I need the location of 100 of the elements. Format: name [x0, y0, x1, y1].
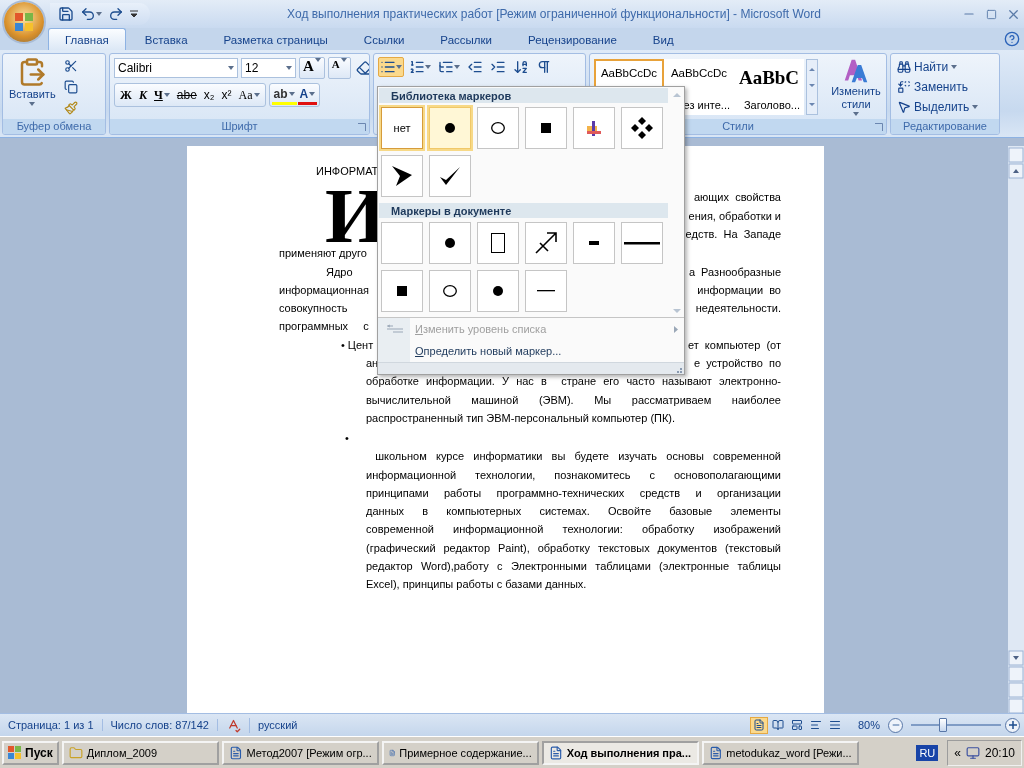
text-line: обработке информации. У нас в стране его часто называют электронно-	[366, 374, 781, 390]
bullet-option[interactable]	[477, 270, 519, 313]
bullet-option[interactable]	[429, 222, 471, 265]
show-hidden-icons[interactable]: «	[954, 745, 961, 760]
customize-toolbar-button[interactable]	[130, 10, 138, 18]
language-indicator[interactable]: RU	[916, 744, 939, 761]
page-count[interactable]: Страница: 1 из 1	[0, 719, 103, 731]
grow-font-button[interactable]: A	[299, 57, 325, 79]
copy-icon	[63, 79, 78, 94]
format-button[interactable]: x₂	[200, 85, 218, 105]
redo-button[interactable]	[108, 6, 124, 22]
caret-icon	[454, 65, 460, 69]
editing-button[interactable]: Найти	[895, 57, 995, 76]
bullet-option[interactable]	[381, 155, 423, 198]
eraser-icon	[355, 60, 369, 76]
format-button[interactable]: abe	[173, 85, 200, 105]
ribbon-tab[interactable]: Рецензирование	[511, 28, 634, 50]
bullet-option[interactable]	[621, 107, 663, 150]
undo-button[interactable]	[80, 6, 102, 22]
gallery-scroll-icon[interactable]	[806, 58, 818, 115]
bullet-option[interactable]	[573, 222, 615, 265]
format-button[interactable]: Aa	[235, 85, 263, 105]
ribbon-tab[interactable]: Ссылки	[346, 28, 422, 50]
text-line: е устройство по	[693, 356, 781, 372]
editing-button[interactable]: Выделить	[895, 97, 995, 116]
taskbar-button[interactable]: Примерное содержание...	[381, 740, 539, 765]
shrink-font-button[interactable]: A	[327, 57, 351, 79]
ribbon-tab[interactable]: Главная	[48, 28, 126, 50]
ribbon-tab[interactable]: Вид	[635, 28, 691, 50]
office-button[interactable]	[4, 2, 44, 42]
paste-button[interactable]: Вставить	[7, 57, 58, 116]
bullet-option[interactable]	[429, 107, 471, 150]
taskbar-button[interactable]: Диплом_2009	[61, 740, 219, 765]
text-line: (графический редактор Paint), обработку текстовых документов (текстовый	[366, 540, 781, 556]
bullets-button[interactable]	[378, 57, 404, 77]
text-line: школьном курсе информатики вы будете изучать основы современной	[374, 449, 781, 465]
bullet-option[interactable]	[429, 155, 471, 198]
section-header: Маркеры в документе	[379, 203, 668, 219]
caret-icon	[340, 58, 347, 62]
caret-icon	[29, 102, 36, 106]
text-line: информации во	[697, 282, 781, 298]
bullet-marker: •	[345, 430, 349, 446]
zoom-out-button[interactable]	[888, 717, 903, 733]
language-indicator[interactable]: русский	[249, 719, 306, 731]
format-button[interactable]: x²	[218, 85, 235, 105]
menu-item[interactable]: Определить новый маркер...	[378, 340, 684, 363]
bullet-option[interactable]	[525, 222, 567, 265]
bullet-option[interactable]	[525, 107, 567, 150]
style-option[interactable]: AaBbC Заголово...	[734, 58, 804, 115]
bullet-option[interactable]: нет	[381, 107, 423, 150]
bullet-option[interactable]	[477, 222, 519, 265]
bullet-option[interactable]	[621, 222, 663, 265]
text-line: принципами работы программно-технических средств и организации	[366, 485, 781, 501]
ribbon-tab[interactable]: Вставка	[127, 28, 205, 50]
heading-text: ИНФОРМАТ	[316, 165, 379, 177]
group-label: Шрифт	[110, 119, 369, 134]
ribbon-tab[interactable]: Рассылки	[423, 28, 509, 50]
font-name-field[interactable]: Calibri	[114, 58, 238, 78]
dot-icon	[445, 123, 455, 134]
binoculars-icon	[897, 59, 911, 74]
windows-logo-icon	[8, 745, 22, 760]
taskbar-button[interactable]: Метод2007 [Режим огр...	[221, 740, 379, 765]
letters-a-icon	[843, 57, 869, 84]
ribbon-tab[interactable]: Разметка страницы	[206, 28, 345, 50]
bullet-option[interactable]	[381, 270, 423, 313]
font-color-button[interactable]: A	[297, 85, 318, 105]
check-icon	[439, 166, 461, 187]
text-line: современной информационной технологии: обработку изображений	[366, 522, 781, 538]
taskbar-button[interactable]: metodukaz_word [Режи...	[701, 740, 859, 765]
dialog-launcher-icon[interactable]	[875, 123, 883, 131]
font-size-field[interactable]: 12	[241, 58, 296, 78]
editing-button[interactable]: Заменить	[895, 77, 995, 96]
caret-icon	[288, 91, 295, 96]
text-line: едств. На Западе	[685, 226, 781, 242]
taskbar-button[interactable]: Ход выполнения пра...	[541, 740, 699, 765]
highlight-button[interactable]: ab	[271, 85, 297, 105]
format-button[interactable]: Ч	[151, 85, 173, 105]
zoom-slider-thumb[interactable]	[939, 718, 948, 732]
word-count[interactable]: Число слов: 87/142	[102, 719, 218, 731]
pilcrow-icon	[536, 59, 552, 75]
text-line: распространенный тип ЭВМ-персональный компьютер (ПК).	[366, 410, 677, 426]
zoom-level[interactable]: 80%	[849, 719, 888, 731]
text-line: вычислительной машиной (ЭВМ). Мы рассматриваем наиболее	[366, 392, 781, 408]
dialog-launcher-icon[interactable]	[358, 123, 366, 131]
format-button[interactable]: К	[135, 85, 150, 105]
circle-icon	[491, 122, 505, 135]
text-line: ан	[366, 356, 379, 372]
monitor-icon[interactable]	[965, 745, 980, 760]
save-button[interactable]	[58, 6, 74, 22]
zoom-in-button[interactable]	[1005, 717, 1020, 733]
help-icon[interactable]	[1004, 31, 1020, 47]
change-styles-button[interactable]: Изменить стили	[822, 57, 886, 116]
format-button[interactable]: Ж	[117, 85, 135, 105]
group-label: Буфер обмена	[3, 119, 105, 134]
text-line: а Разнообразные	[688, 264, 781, 280]
view-button[interactable]	[749, 716, 768, 734]
start-button[interactable]: Пуск	[2, 740, 59, 765]
square-icon	[541, 123, 551, 134]
maximize-icon	[985, 8, 997, 20]
vertical-scrollbar[interactable]	[1008, 146, 1024, 715]
